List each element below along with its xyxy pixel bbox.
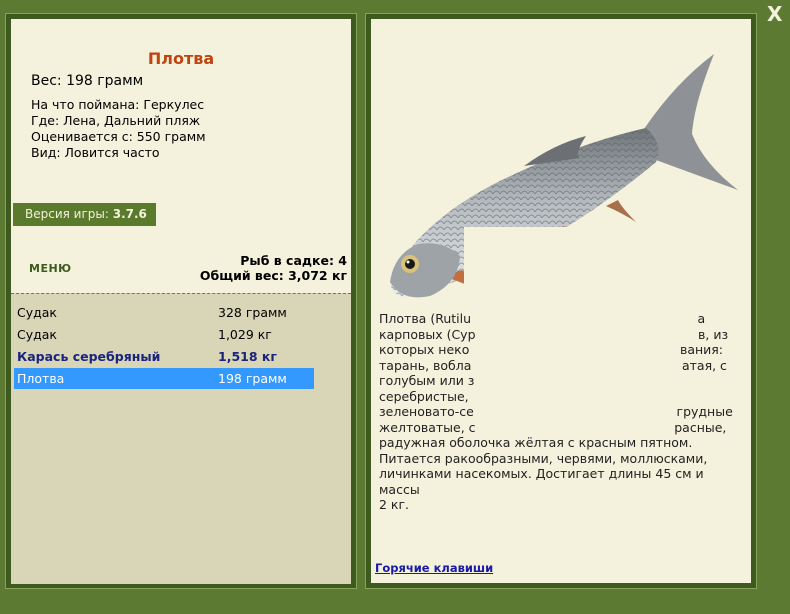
desc-line: личинками насекомых. Достигает длины 45 … <box>379 466 704 497</box>
list-item[interactable]: Карась серебряный 1,518 кг <box>14 346 314 367</box>
list-item-selected[interactable]: Плотва 198 грамм <box>14 368 314 389</box>
desc-line: тарань, вобла атая, с <box>379 357 727 373</box>
keepnet-list: Судак 328 грамм Судак 1,029 кг Карась се… <box>11 293 351 584</box>
rated-line: Оценивается с: 550 грамм <box>31 129 206 144</box>
bait-line: На что поймана: Геркулес <box>31 97 205 112</box>
desc-line: Плотва (Rutilu а <box>379 311 706 326</box>
menu-button[interactable]: МЕНЮ <box>29 262 72 275</box>
close-button[interactable]: X <box>767 4 782 24</box>
desc-line: Питается ракообразными, червями, моллюск… <box>379 450 708 466</box>
fish-count: Рыб в садке: 4 <box>240 253 347 268</box>
desc-line: желтоватые, с расные, <box>379 419 727 435</box>
list-item-name: Плотва <box>17 371 65 386</box>
desc-line: карповых (Cyp в, из <box>379 326 729 342</box>
desc-line: которых неко вания: <box>379 342 724 357</box>
keepnet-summary: Рыб в садке: 4 Общий вес: 3,072 кг <box>200 253 347 283</box>
list-item-name: Карась серебряный <box>17 349 161 364</box>
fish-weight: Вес: 198 грамм <box>31 73 144 89</box>
list-item[interactable]: Судак 328 грамм <box>14 302 314 323</box>
list-item-weight: 328 грамм <box>218 305 287 320</box>
list-item-weight: 1,518 кг <box>218 349 277 364</box>
place-line: Где: Лена, Дальний пляж <box>31 113 201 128</box>
desc-line: радужная оболочка жёлтая с красным пятно… <box>379 435 693 450</box>
game-version-bar: Версия игры: 3.7.6 <box>13 203 156 226</box>
kind-line: Вид: Ловится часто <box>31 145 160 160</box>
list-item-name: Судак <box>17 305 57 320</box>
desc-line: 2 кг. <box>379 497 410 512</box>
list-item-weight: 1,029 кг <box>218 327 272 342</box>
list-item-name: Судак <box>17 327 57 342</box>
list-item-weight: 198 грамм <box>218 371 287 386</box>
fish-name-title: Плотва <box>147 49 215 68</box>
fish-description: Плотва (Rutilu а карповых (Cyp в, из кот… <box>379 311 741 513</box>
version-label: Версия игры: <box>25 207 109 221</box>
catch-info-panel: Плотва Вес: 198 грамм На что поймана: Ге… <box>5 13 357 589</box>
desc-line: зеленовато-се грудные <box>379 404 733 419</box>
fish-encyclopedia-panel: Плотва (Rutilu а карповых (Cyp в, из кот… <box>365 13 757 589</box>
desc-line: голубым или з <box>379 373 475 388</box>
desc-line: серебристые, <box>379 388 469 404</box>
catch-details: На что поймана: Геркулес Где: Лена, Даль… <box>31 97 206 161</box>
hotkeys-link[interactable]: Горячие клавиши <box>375 561 493 575</box>
total-weight: Общий вес: 3,072 кг <box>199 268 347 283</box>
list-item[interactable]: Судак 1,029 кг <box>14 324 314 345</box>
version-value: 3.7.6 <box>112 207 147 221</box>
